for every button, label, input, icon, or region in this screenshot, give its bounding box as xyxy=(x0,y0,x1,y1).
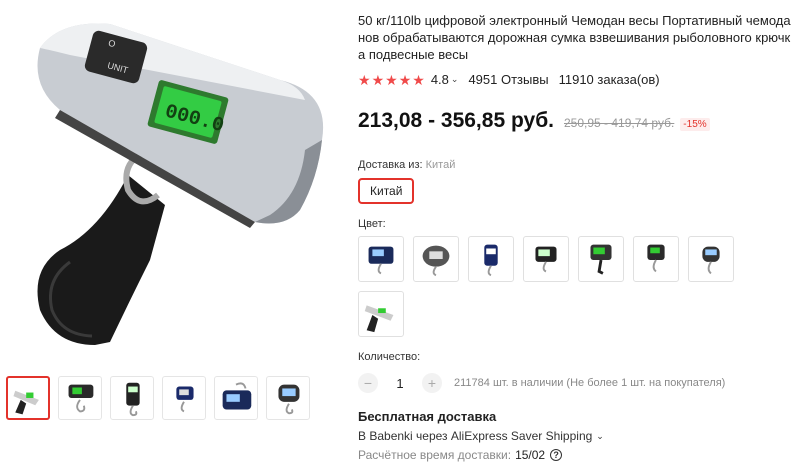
chevron-down-icon[interactable]: ⌄ xyxy=(451,74,459,85)
thumbnail-1[interactable] xyxy=(6,376,50,420)
main-product-image[interactable]: O UNIT 000.0 xyxy=(0,0,345,365)
rating-value[interactable]: 4.8 xyxy=(431,72,449,87)
price-row: 213,08 - 356,85 руб. 250,95 - 419,74 руб… xyxy=(358,109,796,133)
discount-badge: -15% xyxy=(680,118,710,131)
color-swatch-5[interactable] xyxy=(578,236,624,282)
thumbnail-4[interactable] xyxy=(162,376,206,420)
star-icon: ★ xyxy=(385,71,398,88)
product-info: 50 кг/110lb цифровой электронный Чемодан… xyxy=(358,12,796,462)
quantity-stepper: − 1 + 211784 шт. в наличии (Не более 1 ш… xyxy=(358,373,796,393)
price: 213,08 - 356,85 руб. xyxy=(358,109,554,132)
thumbnail-5[interactable] xyxy=(214,376,258,420)
color-swatch-7[interactable] xyxy=(688,236,734,282)
ship-from-text: Доставка из: xyxy=(358,159,423,171)
quantity-label: Количество: xyxy=(358,351,421,363)
rating-row: ★ ★ ★ ★ ★ 4.8 ⌄ 4951 Отзывы 11910 заказа… xyxy=(358,72,796,87)
star-icon: ★ xyxy=(371,71,385,88)
thumbnail-3[interactable] xyxy=(110,376,154,420)
color-swatch-3[interactable] xyxy=(468,236,514,282)
color-swatches xyxy=(358,236,748,337)
decrease-button[interactable]: − xyxy=(358,373,378,393)
thumbnail-6[interactable] xyxy=(266,376,310,420)
shipping-method[interactable]: В Babenki через AliExpress Saver Shippin… xyxy=(358,429,796,443)
star-icon: ★ xyxy=(398,71,412,88)
delivery-estimate: Расчётное время доставки: 15/02 ? xyxy=(358,448,796,462)
estimate-date: 15/02 xyxy=(515,448,546,462)
increase-button[interactable]: + xyxy=(422,373,442,393)
product-title: 50 кг/110lb цифровой электронный Чемодан… xyxy=(358,13,791,62)
color-swatch-8[interactable] xyxy=(358,291,404,337)
ship-from-label: Доставка из: Китай xyxy=(358,159,796,171)
orders-count: 11910 заказа(ов) xyxy=(558,72,660,87)
help-icon[interactable]: ? xyxy=(550,449,563,461)
thumbnail-strip xyxy=(6,376,310,420)
reviews-link[interactable]: 4951 Отзывы xyxy=(468,72,548,87)
color-swatch-2[interactable] xyxy=(413,236,459,282)
chevron-down-icon[interactable]: ⌄ xyxy=(596,431,604,442)
color-label: Цвет: xyxy=(358,218,386,230)
shipping-method-text[interactable]: В Babenki через AliExpress Saver Shippin… xyxy=(358,429,592,443)
color-swatch-4[interactable] xyxy=(523,236,569,282)
old-price: 250,95 - 419,74 руб. xyxy=(564,116,675,130)
thumbnail-2[interactable] xyxy=(58,376,102,420)
color-swatch-1[interactable] xyxy=(358,236,404,282)
quantity-value[interactable]: 1 xyxy=(378,376,422,391)
color-swatch-6[interactable] xyxy=(633,236,679,282)
country-option-china[interactable]: Китай xyxy=(358,178,415,204)
rating-stars: ★ ★ ★ ★ ★ xyxy=(358,73,425,87)
stock-info: 211784 шт. в наличии (Не более 1 шт. на … xyxy=(454,377,726,389)
star-icon: ★ xyxy=(412,71,425,88)
ship-from-country: Китай xyxy=(425,159,456,171)
free-shipping-label: Бесплатная доставка xyxy=(358,409,497,424)
estimate-label: Расчётное время доставки: xyxy=(358,448,512,462)
star-icon: ★ xyxy=(358,71,371,88)
